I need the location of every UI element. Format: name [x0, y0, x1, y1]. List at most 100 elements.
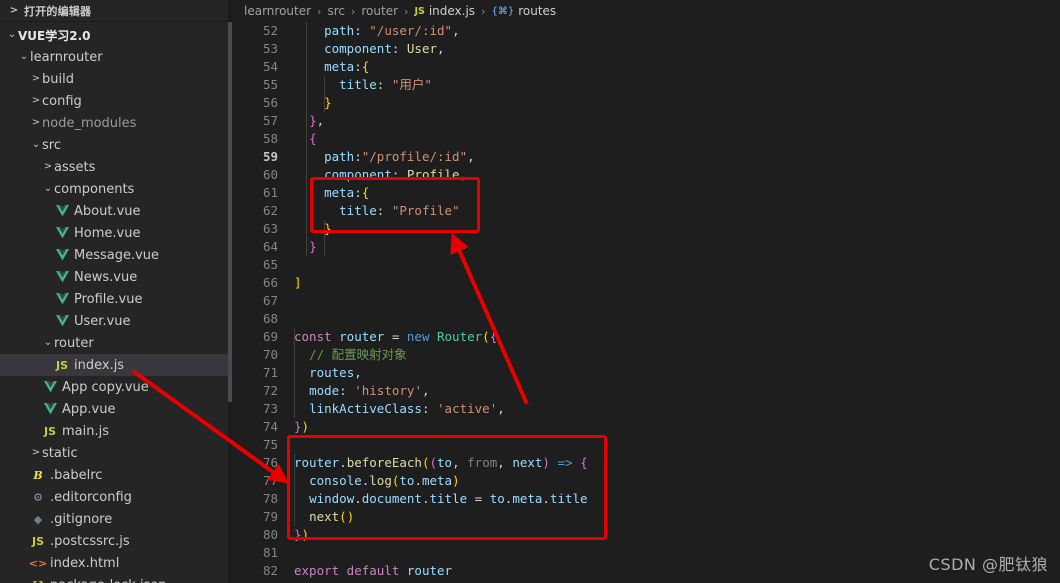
code-line[interactable]: const router = new Router({	[294, 328, 1060, 346]
line-number[interactable]: 75	[232, 436, 278, 454]
code-line[interactable]: })	[294, 526, 1060, 544]
tree-item-static[interactable]: > static	[0, 442, 232, 464]
tree-item-config[interactable]: > config	[0, 90, 232, 112]
chevron-down-icon[interactable]: ⌄	[42, 338, 54, 348]
code-line[interactable]: window.document.title = to.meta.title	[294, 490, 1060, 508]
line-number[interactable]: 62	[232, 202, 278, 220]
code-line[interactable]	[294, 256, 1060, 274]
code-line[interactable]: })	[294, 418, 1060, 436]
code-editor[interactable]: 52 53 54 55 56 57 58 59 60 61 62 63 64 65 66 67 68 69 70 71…	[232, 22, 1060, 583]
code-line[interactable]: path: "/user/:id",	[294, 22, 1060, 40]
line-number[interactable]: 74	[232, 418, 278, 436]
tree-item-index-js[interactable]: JS index.js	[0, 354, 232, 376]
tree-item-app-copy-vue[interactable]: App copy.vue	[0, 376, 232, 398]
tree-item-profile-vue[interactable]: Profile.vue	[0, 288, 232, 310]
code-line[interactable]: }	[294, 220, 1060, 238]
tree-item-learnrouter[interactable]: ⌄ learnrouter	[0, 46, 232, 68]
tree-item-vue-2-0[interactable]: ⌄ VUE学习2.0	[0, 24, 232, 46]
code-line[interactable]: next()	[294, 508, 1060, 526]
line-number[interactable]: 72	[232, 382, 278, 400]
line-number[interactable]: 67	[232, 292, 278, 310]
line-number[interactable]: 65	[232, 256, 278, 274]
tree-item-main-js[interactable]: JS main.js	[0, 420, 232, 442]
line-number[interactable]: 70	[232, 346, 278, 364]
line-number[interactable]: 66	[232, 274, 278, 292]
code-line[interactable]: component: Profile,	[294, 166, 1060, 184]
code-line[interactable]: }	[294, 238, 1060, 256]
code-line[interactable]	[294, 292, 1060, 310]
line-number[interactable]: 69	[232, 328, 278, 346]
line-number[interactable]: 71	[232, 364, 278, 382]
line-number[interactable]: 57	[232, 112, 278, 130]
code-line[interactable]: console.log(to.meta)	[294, 472, 1060, 490]
line-number[interactable]: 61	[232, 184, 278, 202]
code-line[interactable]: },	[294, 112, 1060, 130]
breadcrumb-item-learnrouter[interactable]: learnrouter	[244, 4, 311, 18]
code-line[interactable]	[294, 310, 1060, 328]
tree-item-components[interactable]: ⌄ components	[0, 178, 232, 200]
code-content[interactable]: path: "/user/:id", component: User, meta…	[288, 22, 1060, 583]
chevron-right-icon[interactable]: >	[30, 96, 42, 106]
line-number[interactable]: 79	[232, 508, 278, 526]
tree-item-router[interactable]: ⌄ router	[0, 332, 232, 354]
chevron-right-icon[interactable]: >	[30, 118, 42, 128]
line-number[interactable]: 58	[232, 130, 278, 148]
code-line[interactable]: }	[294, 94, 1060, 112]
tree-item-home-vue[interactable]: Home.vue	[0, 222, 232, 244]
chevron-right-icon[interactable]: >	[30, 74, 42, 84]
line-number[interactable]: 82	[232, 562, 278, 580]
tree-item-node-modules[interactable]: > node_modules	[0, 112, 232, 134]
tree-item-gitignore[interactable]: ◆ .gitignore	[0, 508, 232, 530]
tree-item-build[interactable]: > build	[0, 68, 232, 90]
line-number[interactable]: 56	[232, 94, 278, 112]
line-number[interactable]: 59	[232, 148, 278, 166]
line-number[interactable]: 64	[232, 238, 278, 256]
code-line[interactable]: // 配置映射对象	[294, 346, 1060, 364]
code-line[interactable]: routes,	[294, 364, 1060, 382]
line-number[interactable]: 55	[232, 76, 278, 94]
line-number[interactable]: 80	[232, 526, 278, 544]
chevron-down-icon[interactable]: ⌄	[30, 140, 42, 150]
code-line[interactable]	[294, 436, 1060, 454]
line-number[interactable]: 53	[232, 40, 278, 58]
tree-item-index-html[interactable]: <> index.html	[0, 552, 232, 574]
line-number[interactable]: 81	[232, 544, 278, 562]
chevron-right-icon[interactable]: >	[42, 162, 54, 172]
code-line[interactable]: ]	[294, 274, 1060, 292]
chevron-down-icon[interactable]: ⌄	[18, 52, 30, 62]
code-line[interactable]: path:"/profile/:id",	[294, 148, 1060, 166]
breadcrumb-item-index-js[interactable]: index.js	[429, 4, 475, 18]
tree-item-message-vue[interactable]: Message.vue	[0, 244, 232, 266]
line-number[interactable]: 73	[232, 400, 278, 418]
breadcrumb-item-router[interactable]: router	[361, 4, 398, 18]
breadcrumb[interactable]: learnrouter › src › router › JS index.js › {⌘} rou…	[232, 0, 1060, 22]
line-number[interactable]: 63	[232, 220, 278, 238]
line-number[interactable]: 54	[232, 58, 278, 76]
tree-item-package-lock-json[interactable]: {} package-lock.json	[0, 574, 232, 583]
code-line[interactable]: router.beforeEach((to, from, next) => {	[294, 454, 1060, 472]
code-line[interactable]: {	[294, 130, 1060, 148]
chevron-down-icon[interactable]: ⌄	[42, 184, 54, 194]
tree-item-user-vue[interactable]: User.vue	[0, 310, 232, 332]
tree-item-about-vue[interactable]: About.vue	[0, 200, 232, 222]
tree-item-app-vue[interactable]: App.vue	[0, 398, 232, 420]
code-line[interactable]: title: "用户"	[294, 76, 1060, 94]
chevron-right-icon[interactable]: >	[30, 448, 42, 458]
breadcrumb-item-routes[interactable]: routes	[518, 4, 556, 18]
line-number[interactable]: 78	[232, 490, 278, 508]
code-line[interactable]: meta:{	[294, 184, 1060, 202]
line-number[interactable]: 52	[232, 22, 278, 40]
code-line[interactable]: component: User,	[294, 40, 1060, 58]
breadcrumb-item-src[interactable]: src	[327, 4, 345, 18]
tree-item-assets[interactable]: > assets	[0, 156, 232, 178]
tree-item-postcssrc-js[interactable]: JS .postcssrc.js	[0, 530, 232, 552]
tree-item-news-vue[interactable]: News.vue	[0, 266, 232, 288]
tree-item-editorconfig[interactable]: ⚙ .editorconfig	[0, 486, 232, 508]
chevron-down-icon[interactable]: ⌄	[6, 30, 18, 40]
line-number[interactable]: 68	[232, 310, 278, 328]
line-number[interactable]: 60	[232, 166, 278, 184]
tree-item-src[interactable]: ⌄ src	[0, 134, 232, 156]
code-line[interactable]: title: "Profile"	[294, 202, 1060, 220]
code-line[interactable]: linkActiveClass: 'active',	[294, 400, 1060, 418]
tree-item-babelrc[interactable]: B .babelrc	[0, 464, 232, 486]
